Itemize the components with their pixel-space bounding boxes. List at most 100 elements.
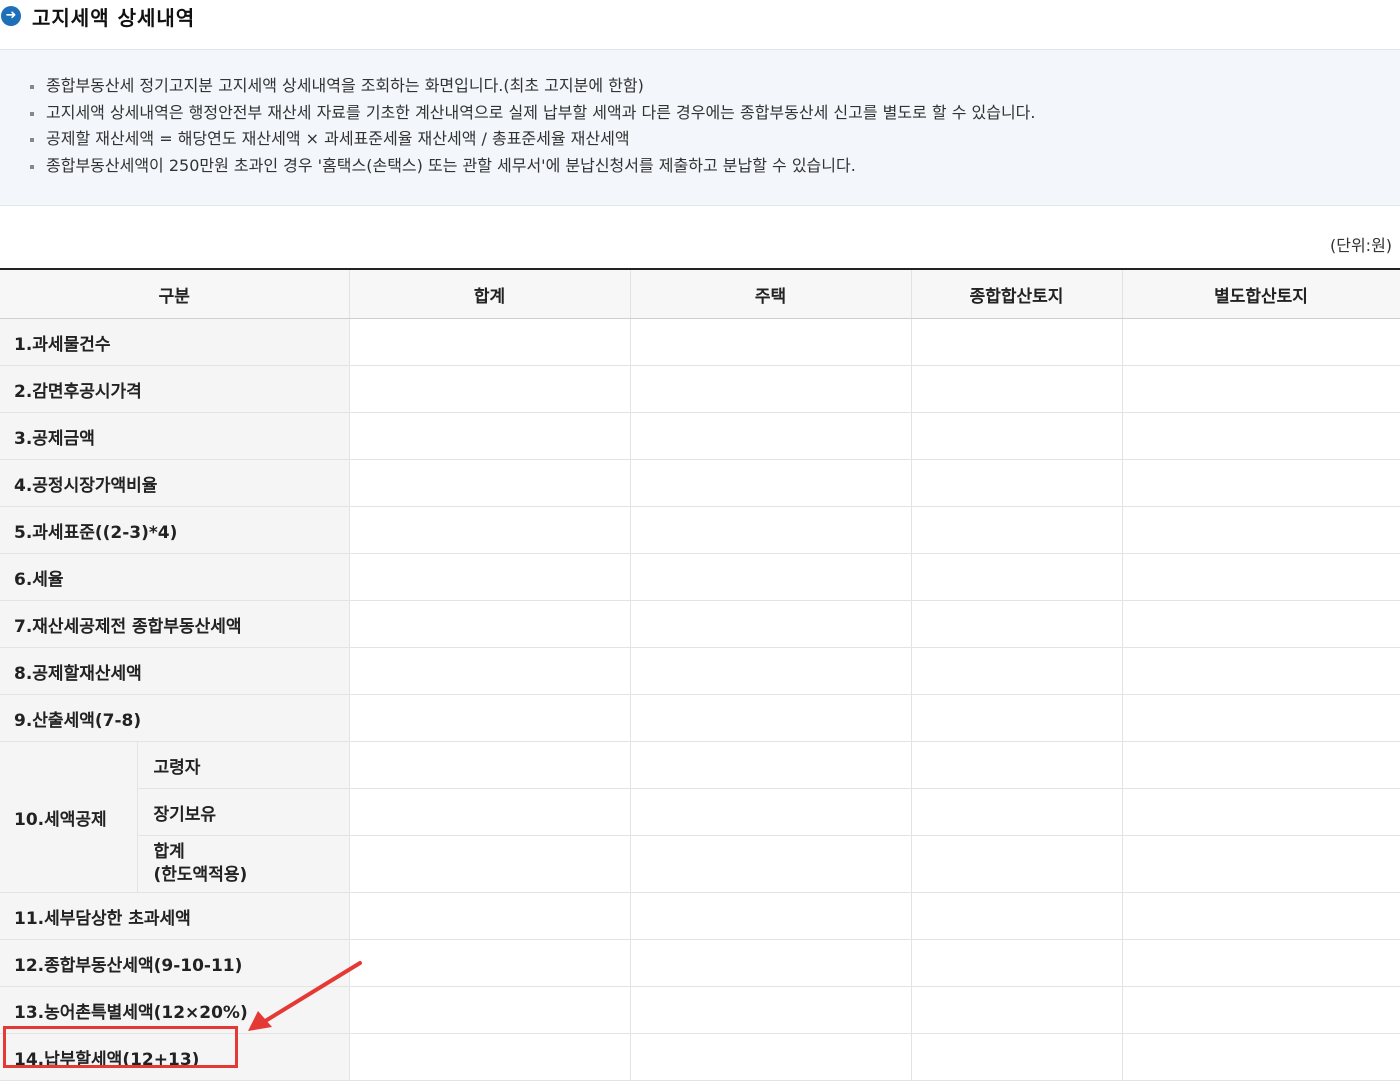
table-row: 2.감면후공시가격 (0, 365, 1400, 413)
cell-separate-land (1122, 892, 1400, 940)
table-row: 9.산출세액(7-8) (0, 694, 1400, 742)
table-row: 3.공제금액 (0, 412, 1400, 460)
cell-total (349, 412, 631, 460)
cell-housing (630, 459, 912, 507)
cell-housing (630, 553, 912, 601)
notice-item: 공제할 재산세액 = 해당연도 재산세액 × 과세표준세율 재산세액 / 총표준… (30, 126, 1400, 153)
table-row: 11.세부담상한 초과세액 (0, 892, 1400, 940)
row-label: 9.산출세액(7-8) (0, 694, 350, 742)
cell-housing (630, 694, 912, 742)
cell-aggregate-land (911, 459, 1123, 507)
cell-separate-land (1122, 1033, 1400, 1081)
cell-housing (630, 892, 912, 940)
cell-housing (630, 647, 912, 695)
notice-item: 종합부동산세 정기고지분 고지세액 상세내역을 조회하는 화면입니다.(최초 고… (30, 73, 1400, 100)
cell-housing (630, 506, 912, 554)
cell-aggregate-land (911, 365, 1123, 413)
table-row: 4.공정시장가액비율 (0, 459, 1400, 507)
arrow-right-circle-icon: ➜ (1, 6, 21, 26)
cell-separate-land (1122, 694, 1400, 742)
subtotal-line2: (한도액적용) (153, 865, 248, 885)
cell-housing (630, 412, 912, 460)
table-row: 5.과세표준((2-3)*4) (0, 506, 1400, 554)
cell-total (349, 892, 631, 940)
cell-housing (630, 1033, 912, 1081)
cell-aggregate-land (911, 318, 1123, 366)
cell-aggregate-land (911, 835, 1123, 893)
header-separate-land: 별도합산토지 (1122, 269, 1400, 319)
cell-housing (630, 835, 912, 893)
highlight-box (3, 1026, 238, 1068)
cell-aggregate-land (911, 788, 1123, 836)
cell-separate-land (1122, 506, 1400, 554)
cell-aggregate-land (911, 939, 1123, 987)
cell-housing (630, 788, 912, 836)
annotation-arrow-icon (248, 961, 362, 1031)
notice-item: 고지세액 상세내역은 행정안전부 재산세 자료를 기초한 계산내역으로 실제 납… (30, 100, 1400, 127)
cell-separate-land (1122, 788, 1400, 836)
cell-total (349, 788, 631, 836)
row-sublabel-subtotal: 합계 (한도액적용) (137, 835, 350, 893)
cell-housing (630, 741, 912, 789)
header-category: 구분 (0, 269, 350, 319)
notice-box: 종합부동산세 정기고지분 고지세액 상세내역을 조회하는 화면입니다.(최초 고… (0, 49, 1400, 206)
table-row: 7.재산세공제전 종합부동산세액 (0, 600, 1400, 648)
cell-separate-land (1122, 835, 1400, 893)
row-sublabel-long-term: 장기보유 (137, 788, 350, 836)
table-row: 8.공제할재산세액 (0, 647, 1400, 695)
row-label: 7.재산세공제전 종합부동산세액 (0, 600, 350, 648)
cell-total (349, 506, 631, 554)
cell-housing (630, 600, 912, 648)
cell-aggregate-land (911, 694, 1123, 742)
cell-housing (630, 365, 912, 413)
cell-housing (630, 986, 912, 1034)
row-label: 1.과세물건수 (0, 318, 350, 366)
cell-separate-land (1122, 459, 1400, 507)
cell-total (349, 1033, 631, 1081)
tax-detail-table: 구분 합계 주택 종합합산토지 별도합산토지 1.과세물건수 2.감면후공시가격… (0, 268, 1400, 1081)
table-row: 6.세율 (0, 553, 1400, 601)
cell-total (349, 365, 631, 413)
cell-separate-land (1122, 412, 1400, 460)
notice-item: 종합부동산세액이 250만원 초과인 경우 '홈택스(손택스) 또는 관할 세무… (30, 153, 1400, 180)
cell-total (349, 939, 631, 987)
cell-separate-land (1122, 647, 1400, 695)
row-label: 2.감면후공시가격 (0, 365, 350, 413)
cell-separate-land (1122, 741, 1400, 789)
cell-aggregate-land (911, 600, 1123, 648)
row-label: 6.세율 (0, 553, 350, 601)
row-label: 5.과세표준((2-3)*4) (0, 506, 350, 554)
page-header: ➜ 고지세액 상세내역 (0, 0, 195, 32)
cell-separate-land (1122, 365, 1400, 413)
cell-aggregate-land (911, 1033, 1123, 1081)
cell-aggregate-land (911, 741, 1123, 789)
cell-total (349, 741, 631, 789)
cell-separate-land (1122, 939, 1400, 987)
header-aggregate-land: 종합합산토지 (911, 269, 1123, 319)
cell-total (349, 318, 631, 366)
row-sublabel-elderly: 고령자 (137, 741, 350, 789)
cell-total (349, 647, 631, 695)
cell-total (349, 459, 631, 507)
cell-aggregate-land (911, 892, 1123, 940)
header-total: 합계 (349, 269, 631, 319)
cell-aggregate-land (911, 412, 1123, 460)
row-label: 4.공정시장가액비율 (0, 459, 350, 507)
table-row: 1.과세물건수 (0, 318, 1400, 366)
table-row: 장기보유 (0, 788, 1400, 836)
row-label: 11.세부담상한 초과세액 (0, 892, 350, 940)
cell-aggregate-land (911, 506, 1123, 554)
table-row: 12.종합부동산세액(9-10-11) (0, 939, 1400, 987)
cell-total (349, 835, 631, 893)
cell-total (349, 986, 631, 1034)
table-header-row: 구분 합계 주택 종합합산토지 별도합산토지 (0, 269, 1400, 319)
cell-total (349, 600, 631, 648)
table-row: 합계 (한도액적용) (0, 835, 1400, 893)
unit-label: (단위:원) (1330, 236, 1393, 255)
cell-aggregate-land (911, 553, 1123, 601)
cell-separate-land (1122, 600, 1400, 648)
row-label: 3.공제금액 (0, 412, 350, 460)
row-label: 8.공제할재산세액 (0, 647, 350, 695)
table-row: 10.세액공제 고령자 (0, 741, 1400, 893)
cell-separate-land (1122, 553, 1400, 601)
